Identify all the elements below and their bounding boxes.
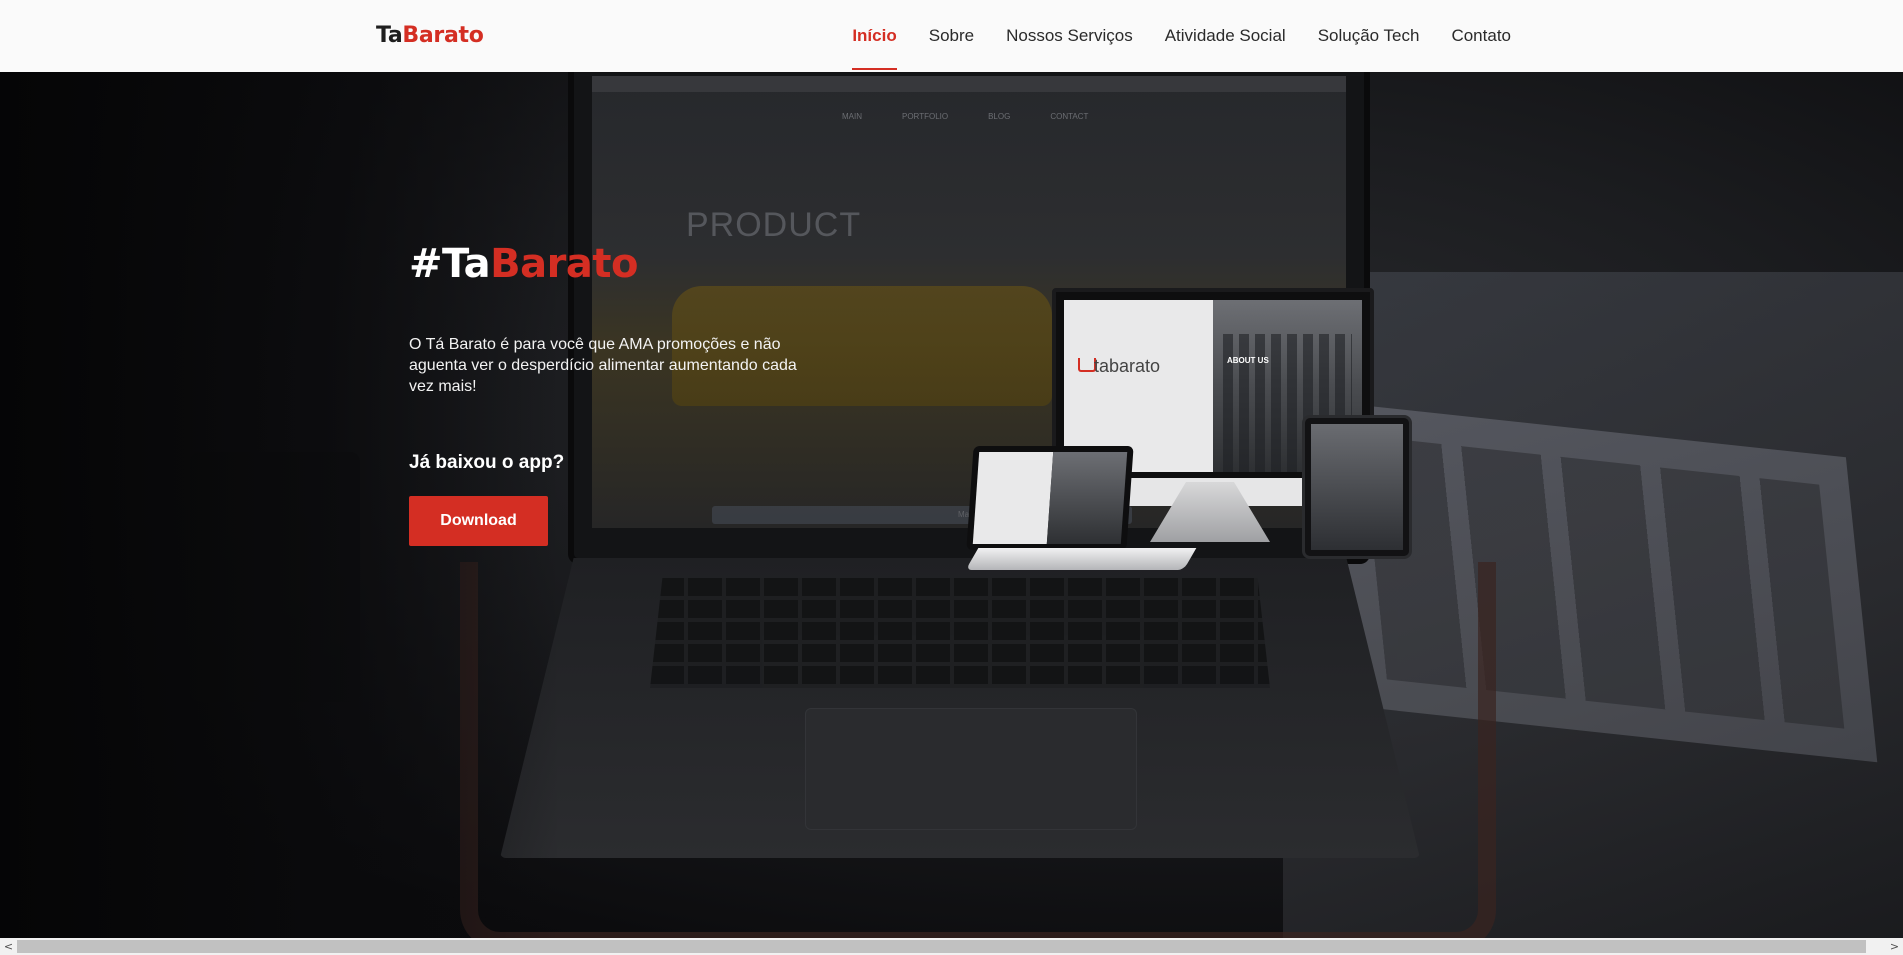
laptop-product-heading: PRODUCT	[686, 206, 862, 244]
laptop-menu-portfolio: PORTFOLIO	[902, 112, 949, 121]
logo-part-ta: Ta	[376, 23, 403, 48]
horizontal-scrollbar[interactable]: < >	[0, 938, 1903, 955]
nav-item-solucao-tech[interactable]: Solução Tech	[1302, 0, 1436, 72]
hero-title-barato: Barato	[490, 241, 638, 287]
keyboard-keys	[650, 578, 1270, 688]
trackpad	[805, 708, 1137, 830]
hero-description: O Tá Barato é para você que AMA promoçõe…	[409, 336, 797, 395]
nav-item-nossos-servicos[interactable]: Nossos Serviços	[990, 0, 1149, 72]
mockup-about-heading: ABOUT US	[1227, 356, 1269, 365]
laptop-keyboard-deck	[500, 558, 1420, 858]
nav-item-inicio[interactable]: Início	[836, 0, 912, 72]
laptop-menu-blog: BLOG	[988, 112, 1011, 121]
hero-title-ta: #Ta	[409, 241, 491, 287]
download-button[interactable]: Download	[409, 496, 548, 546]
nav-item-contato[interactable]: Contato	[1435, 0, 1527, 72]
tablet-mockup	[1302, 415, 1412, 559]
logo-part-barato: Barato	[402, 23, 484, 48]
hero-section: MAIN PORTFOLIO BLOG CONTACT PRODUCT MacB…	[0, 72, 1903, 938]
laptop-site-menu: MAIN PORTFOLIO BLOG CONTACT	[842, 112, 1088, 121]
laptop-menu-main: MAIN	[842, 112, 862, 121]
scrollbar-thumb[interactable]	[17, 940, 1866, 953]
laptop-browser-bar	[592, 76, 1346, 92]
site-logo[interactable]: TaBarato	[376, 23, 484, 49]
top-navbar: TaBarato Início Sobre Nossos Serviços At…	[0, 0, 1903, 72]
laptop-menu-contact: CONTACT	[1050, 112, 1089, 121]
scroll-left-icon[interactable]: <	[0, 938, 17, 955]
mockup-brand: tabarato	[1094, 356, 1161, 376]
nav-item-atividade-social[interactable]: Atividade Social	[1149, 0, 1302, 72]
nav-item-sobre[interactable]: Sobre	[913, 0, 990, 72]
small-laptop-base	[965, 548, 1197, 570]
main-nav: Início Sobre Nossos Serviços Atividade S…	[836, 0, 1527, 72]
hero-title: #TaBarato	[409, 238, 638, 290]
hero-question: Já baixou o app?	[409, 452, 565, 473]
small-laptop-mockup	[966, 446, 1134, 550]
scroll-right-icon[interactable]: >	[1886, 938, 1903, 955]
